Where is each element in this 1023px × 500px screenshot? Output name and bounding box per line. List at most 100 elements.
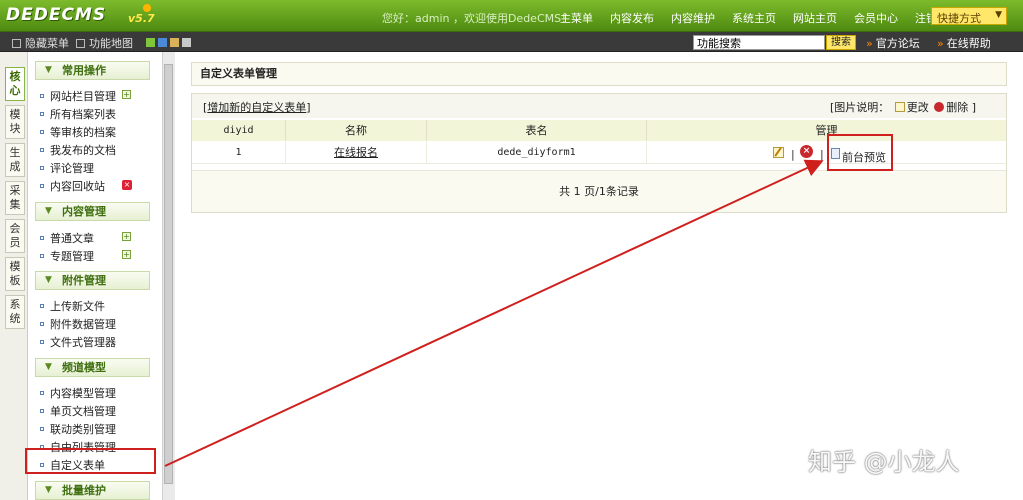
- hide-menu-icon: [12, 39, 21, 48]
- legend-label: [图片说明：: [830, 101, 890, 114]
- online-help-link[interactable]: » 在线帮助: [937, 35, 991, 51]
- theme-gray-swatch[interactable]: [182, 38, 191, 47]
- sidebar-group-attachment[interactable]: ▼ 附件管理: [35, 271, 150, 290]
- nav-member-center[interactable]: 会员中心: [854, 10, 898, 26]
- column-header-diyid: diyid: [192, 120, 286, 141]
- sidebar-item-label: 我发布的文档: [50, 144, 116, 157]
- delete-icon[interactable]: ×: [800, 145, 813, 158]
- add-form-link[interactable]: 增加新的自定义表单: [207, 101, 306, 114]
- sidebar-item-linkage-category[interactable]: 联动类别管理: [40, 421, 116, 437]
- page-title: 自定义表单管理: [191, 62, 1007, 86]
- clear-recycle-icon[interactable]: ×: [122, 180, 132, 190]
- add-icon[interactable]: +: [122, 250, 131, 259]
- function-map-button[interactable]: 功能地图: [76, 35, 133, 51]
- separator: |: [791, 148, 795, 161]
- bullet-icon: [40, 166, 44, 170]
- vtab-template[interactable]: 模板: [5, 257, 25, 291]
- triangle-down-icon: ▼: [45, 206, 52, 216]
- sidebar-item-label: 联动类别管理: [50, 423, 116, 436]
- theme-green-swatch[interactable]: [146, 38, 155, 47]
- sidebar-scroll-thumb[interactable]: [164, 64, 173, 484]
- hide-menu-button[interactable]: 隐藏菜单: [12, 35, 69, 51]
- version-label: v5.7: [128, 12, 155, 25]
- sidebar-group-channel-model[interactable]: ▼ 频道模型: [35, 358, 150, 377]
- nav-publish[interactable]: 内容发布: [610, 10, 654, 26]
- vtab-module[interactable]: 模块: [5, 105, 25, 139]
- bullet-icon: [40, 112, 44, 116]
- sidebar-item-attachment-data[interactable]: 附件数据管理: [40, 316, 116, 332]
- arrow-right-icon: »: [866, 37, 873, 50]
- triangle-down-icon: ▼: [45, 485, 52, 495]
- delete-icon: [934, 102, 945, 112]
- column-header-name: 名称: [286, 120, 427, 141]
- column-header-table: 表名: [427, 120, 647, 141]
- sidebar: ▼ 常用操作 网站栏目管理 + 所有档案列表 等审核的档案 我发布的文档 评论管理…: [28, 52, 162, 500]
- sidebar-item-all-archives[interactable]: 所有档案列表: [40, 106, 116, 122]
- nav-maintain[interactable]: 内容维护: [671, 10, 715, 26]
- cell-table-name: dede_diyform1: [427, 142, 647, 164]
- sidebar-item-label: 评论管理: [50, 162, 94, 175]
- sidebar-item-comments[interactable]: 评论管理: [40, 160, 94, 176]
- group-title: 常用操作: [62, 64, 106, 77]
- triangle-down-icon: ▼: [45, 65, 52, 75]
- group-title: 内容管理: [62, 205, 106, 218]
- sidebar-item-file-manager[interactable]: 文件式管理器: [40, 334, 116, 350]
- sidebar-item-article[interactable]: 普通文章: [40, 230, 94, 246]
- form-name-link[interactable]: 在线报名: [334, 146, 378, 159]
- function-search-input[interactable]: [693, 35, 825, 50]
- group-title: 批量维护: [62, 484, 106, 497]
- sidebar-group-content[interactable]: ▼ 内容管理: [35, 202, 150, 221]
- legend-close-bracket: ]: [971, 101, 977, 114]
- nav-system-home[interactable]: 系统主页: [732, 10, 776, 26]
- bullet-icon: [40, 322, 44, 326]
- sidebar-group-batch[interactable]: ▼ 批量维护: [35, 481, 150, 500]
- add-icon[interactable]: +: [122, 232, 131, 241]
- edit-icon[interactable]: [773, 147, 784, 158]
- sidebar-item-topic[interactable]: 专题管理: [40, 248, 94, 264]
- sidebar-item-label: 内容回收站: [50, 180, 105, 193]
- highlight-box-custom-form: [25, 448, 156, 474]
- sidebar-item-upload[interactable]: 上传新文件: [40, 298, 105, 314]
- nav-site-home[interactable]: 网站主页: [793, 10, 837, 26]
- group-title: 频道模型: [62, 361, 106, 374]
- highlight-box-preview: [827, 134, 893, 171]
- bullet-icon: [40, 409, 44, 413]
- sidebar-item-label: 普通文章: [50, 232, 94, 245]
- pagination-info: 共 1 页/1条记录: [192, 170, 1006, 212]
- legend-delete-label: 删除: [946, 101, 969, 114]
- welcome-text: 您好：admin ，欢迎使用DedeCMS！: [382, 12, 573, 25]
- sidebar-item-content-model[interactable]: 内容模型管理: [40, 385, 116, 401]
- sidebar-item-label: 文件式管理器: [50, 336, 116, 349]
- separator: |: [820, 148, 824, 161]
- sidebar-item-label: 内容模型管理: [50, 387, 116, 400]
- add-form-container: [增加新的自定义表单]: [203, 101, 311, 114]
- search-button[interactable]: 搜索: [826, 35, 856, 50]
- bullet-icon: [40, 236, 44, 240]
- quick-access-dropdown[interactable]: 快捷方式 ▼: [931, 7, 1007, 25]
- sidebar-item-label: 上传新文件: [50, 300, 105, 313]
- sidebar-item-label: 附件数据管理: [50, 318, 116, 331]
- nav-main-menu[interactable]: 主菜单: [560, 10, 593, 26]
- chevron-down-icon: ▼: [995, 10, 1002, 20]
- add-icon[interactable]: +: [122, 90, 131, 99]
- sidebar-item-single-page[interactable]: 单页文档管理: [40, 403, 116, 419]
- sidebar-item-label: 单页文档管理: [50, 405, 116, 418]
- sidebar-group-common[interactable]: ▼ 常用操作: [35, 61, 150, 80]
- top-nav: 主菜单 内容发布 内容维护 系统主页 网站主页 会员中心 注销: [560, 10, 954, 26]
- vtab-member[interactable]: 会员: [5, 219, 25, 253]
- triangle-down-icon: ▼: [45, 275, 52, 285]
- arrow-right-icon: »: [937, 37, 944, 50]
- vtab-generate[interactable]: 生成: [5, 143, 25, 177]
- theme-blue-swatch[interactable]: [158, 38, 167, 47]
- sidebar-item-recycle-bin[interactable]: 内容回收站: [40, 178, 105, 194]
- vtab-core[interactable]: 核心: [5, 67, 25, 101]
- sidebar-item-my-docs[interactable]: 我发布的文档: [40, 142, 116, 158]
- vtab-system[interactable]: 系统: [5, 295, 25, 329]
- theme-brown-swatch[interactable]: [170, 38, 179, 47]
- sidebar-item-column-manage[interactable]: 网站栏目管理: [40, 88, 116, 104]
- logo-badge-icon: [143, 4, 151, 12]
- sidebar-item-pending-archives[interactable]: 等审核的档案: [40, 124, 116, 140]
- official-forum-link[interactable]: » 官方论坛: [866, 35, 920, 51]
- vtab-collect[interactable]: 采集: [5, 181, 25, 215]
- bullet-icon: [40, 254, 44, 258]
